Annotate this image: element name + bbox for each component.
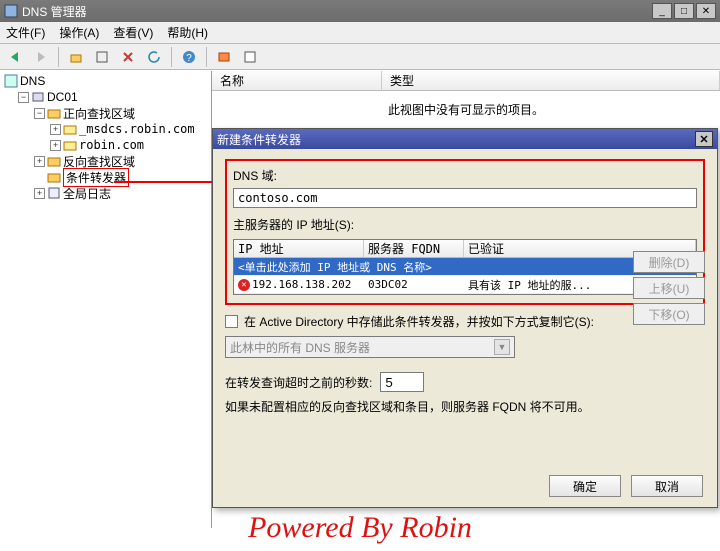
grid-data-row[interactable]: ✕ 192.168.138.202 03DC02 具有该 IP 地址的服...	[234, 276, 696, 294]
help-button[interactable]: ?	[178, 46, 200, 68]
up-button[interactable]	[65, 46, 87, 68]
tree-server-label: DC01	[47, 90, 78, 104]
tree-global-log[interactable]: + 全局日志	[2, 185, 209, 201]
replication-combo[interactable]: 此林中的所有 DNS 服务器 ▼	[225, 336, 515, 358]
menu-action[interactable]: 操作(A)	[59, 24, 99, 41]
properties-button[interactable]	[91, 46, 113, 68]
menu-view[interactable]: 查看(V)	[113, 24, 153, 41]
move-up-button[interactable]: 上移(U)	[633, 277, 705, 299]
error-icon: ✕	[238, 279, 250, 291]
grid-col-ip[interactable]: IP 地址	[234, 240, 364, 257]
expand-icon[interactable]: +	[50, 140, 61, 151]
grid-fqdn: 03DC02	[364, 278, 464, 291]
zone-icon	[63, 138, 77, 152]
cancel-button[interactable]: 取消	[631, 475, 703, 497]
tree-log-label: 全局日志	[63, 185, 111, 202]
seconds-input[interactable]	[380, 372, 424, 392]
grid-header: IP 地址 服务器 FQDN 已验证	[234, 240, 696, 258]
tree-fwd-child[interactable]: + _msdcs.robin.com	[2, 121, 209, 137]
menubar: 文件(F) 操作(A) 查看(V) 帮助(H)	[0, 22, 720, 44]
forward-button[interactable]	[30, 46, 52, 68]
dns-domain-label: DNS 域:	[233, 167, 697, 184]
collapse-icon[interactable]: −	[34, 108, 45, 119]
store-in-ad-checkbox[interactable]	[225, 315, 238, 328]
tree-fwd-child[interactable]: + robin.com	[2, 137, 209, 153]
delete-button[interactable]	[117, 46, 139, 68]
tree-root[interactable]: DNS	[2, 73, 209, 89]
tree-panel: DNS − DC01 − 正向查找区域 + _msdcs.robin.com +…	[0, 71, 212, 528]
dialog-title: 新建条件转发器	[217, 131, 301, 148]
menu-help[interactable]: 帮助(H)	[167, 24, 208, 41]
col-type[interactable]: 类型	[382, 71, 720, 90]
expand-icon[interactable]: +	[50, 124, 61, 135]
maximize-button[interactable]: □	[674, 3, 694, 19]
back-button[interactable]	[4, 46, 26, 68]
new-conditional-forwarder-dialog: 新建条件转发器 ✕ DNS 域: 主服务器的 IP 地址(S): IP 地址 服…	[212, 128, 718, 508]
ok-button[interactable]: 确定	[549, 475, 621, 497]
store-in-ad-label: 在 Active Directory 中存储此条件转发器，并按如下方式复制它(S…	[244, 313, 594, 330]
tree-child-label: robin.com	[79, 138, 144, 152]
dns-domain-input[interactable]	[233, 188, 697, 208]
server-icon	[31, 90, 45, 104]
move-down-button[interactable]: 下移(O)	[633, 303, 705, 325]
chevron-down-icon: ▼	[494, 339, 510, 355]
svg-text:?: ?	[186, 53, 192, 64]
list-header: 名称 类型	[212, 71, 720, 91]
toolbar: ?	[0, 44, 720, 70]
dns-icon	[4, 74, 18, 88]
grid-hint-text: <单击此处添加 IP 地址或 DNS 名称>	[234, 259, 696, 275]
dialog-close-button[interactable]: ✕	[695, 131, 713, 147]
extra-2-button[interactable]	[239, 46, 261, 68]
tree-root-label: DNS	[20, 74, 45, 88]
expand-icon[interactable]: +	[34, 188, 45, 199]
tree-fwd-zone[interactable]: − 正向查找区域	[2, 105, 209, 121]
folder-icon	[47, 154, 61, 168]
grid-col-fqdn[interactable]: 服务器 FQDN	[364, 240, 464, 257]
window-titlebar: DNS 管理器 _ □ ✕	[0, 0, 720, 22]
expand-icon[interactable]: +	[34, 156, 45, 167]
log-icon	[47, 186, 61, 200]
refresh-button[interactable]	[143, 46, 165, 68]
servers-grid[interactable]: IP 地址 服务器 FQDN 已验证 <单击此处添加 IP 地址或 DNS 名称…	[233, 239, 697, 295]
zone-icon	[63, 122, 77, 136]
col-name[interactable]: 名称	[212, 71, 382, 90]
extra-1-button[interactable]	[213, 46, 235, 68]
servers-label: 主服务器的 IP 地址(S):	[233, 216, 697, 233]
grid-hint-row[interactable]: <单击此处添加 IP 地址或 DNS 名称>	[234, 258, 696, 276]
window-title: DNS 管理器	[22, 3, 87, 20]
tree-server[interactable]: − DC01	[2, 89, 209, 105]
app-icon	[4, 4, 18, 18]
seconds-label: 在转发查询超时之前的秒数:	[225, 374, 372, 391]
folder-icon	[47, 170, 61, 184]
collapse-icon[interactable]: −	[18, 92, 29, 103]
minimize-button[interactable]: _	[652, 3, 672, 19]
delete-button[interactable]: 删除(D)	[633, 251, 705, 273]
empty-message: 此视图中没有可显示的项目。	[212, 91, 720, 128]
tree-cond-fwd[interactable]: 条件转发器	[2, 169, 209, 185]
grid-ip: 192.168.138.202	[252, 278, 351, 291]
close-button[interactable]: ✕	[696, 3, 716, 19]
tree-child-label: _msdcs.robin.com	[79, 122, 195, 136]
combo-value: 此林中的所有 DNS 服务器	[230, 339, 370, 356]
menu-file[interactable]: 文件(F)	[6, 24, 45, 41]
tree-fwd-label: 正向查找区域	[63, 105, 135, 122]
note-text: 如果未配置相应的反向查找区域和条目，则服务器 FQDN 将不可用。	[225, 398, 705, 415]
dialog-titlebar: 新建条件转发器 ✕	[213, 129, 717, 149]
folder-icon	[47, 106, 61, 120]
